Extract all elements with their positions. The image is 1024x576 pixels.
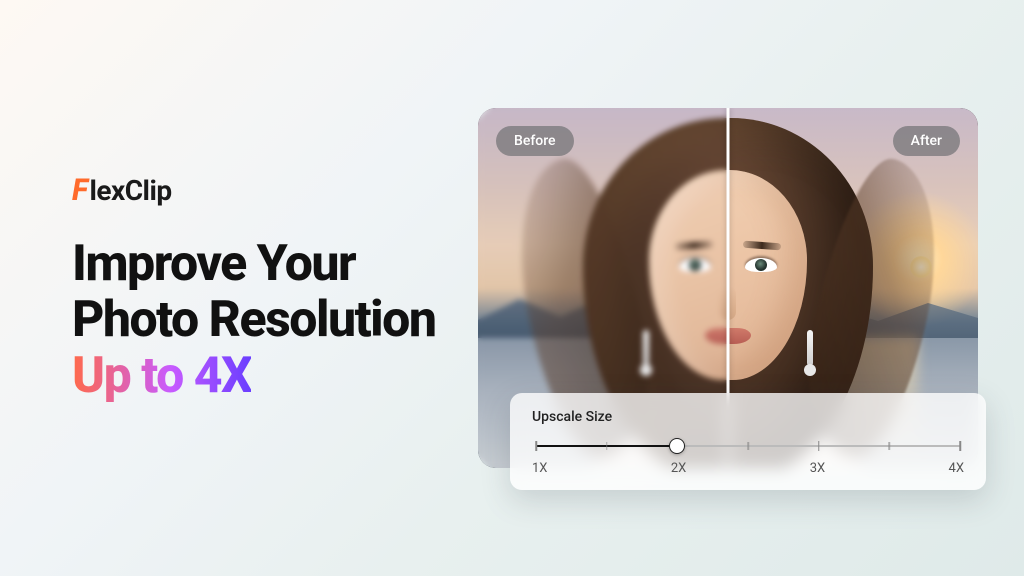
slider-tick: [747, 442, 749, 450]
upscale-panel: Upscale Size 1X 2X 3X 4: [510, 393, 986, 490]
after-badge: After: [893, 126, 960, 156]
upscale-slider[interactable]: [536, 437, 960, 455]
slider-tick: [606, 442, 608, 450]
slider-labels: 1X 2X 3X 4X: [532, 461, 964, 476]
slider-tick: [818, 441, 820, 451]
logo-text: lexClip: [89, 174, 171, 207]
compare-card: Before After Upscale Size: [478, 108, 978, 468]
headline-line2: Photo Resolution: [72, 291, 435, 349]
headline-accent: Up to 4X: [72, 347, 251, 405]
upscale-title: Upscale Size: [532, 409, 964, 425]
slider-label: 1X: [532, 461, 547, 476]
slider-tick: [959, 441, 961, 451]
page-title: Improve Your Photo Resolution Up to 4X: [72, 236, 472, 404]
slider-tick: [889, 442, 891, 450]
hero-left: FlexClip Improve Your Photo Resolution U…: [72, 173, 472, 404]
hero-right: Before After Upscale Size: [472, 108, 984, 468]
before-badge: Before: [496, 126, 574, 156]
slider-tick: [535, 441, 537, 451]
brand-logo: FlexClip: [72, 173, 472, 208]
headline-line1: Improve Your: [72, 235, 355, 293]
slider-label: 3X: [810, 461, 825, 476]
slider-label: 4X: [949, 461, 964, 476]
logo-f-glyph: F: [72, 173, 87, 208]
slider-knob[interactable]: [669, 438, 685, 454]
slider-label: 2X: [671, 461, 686, 476]
